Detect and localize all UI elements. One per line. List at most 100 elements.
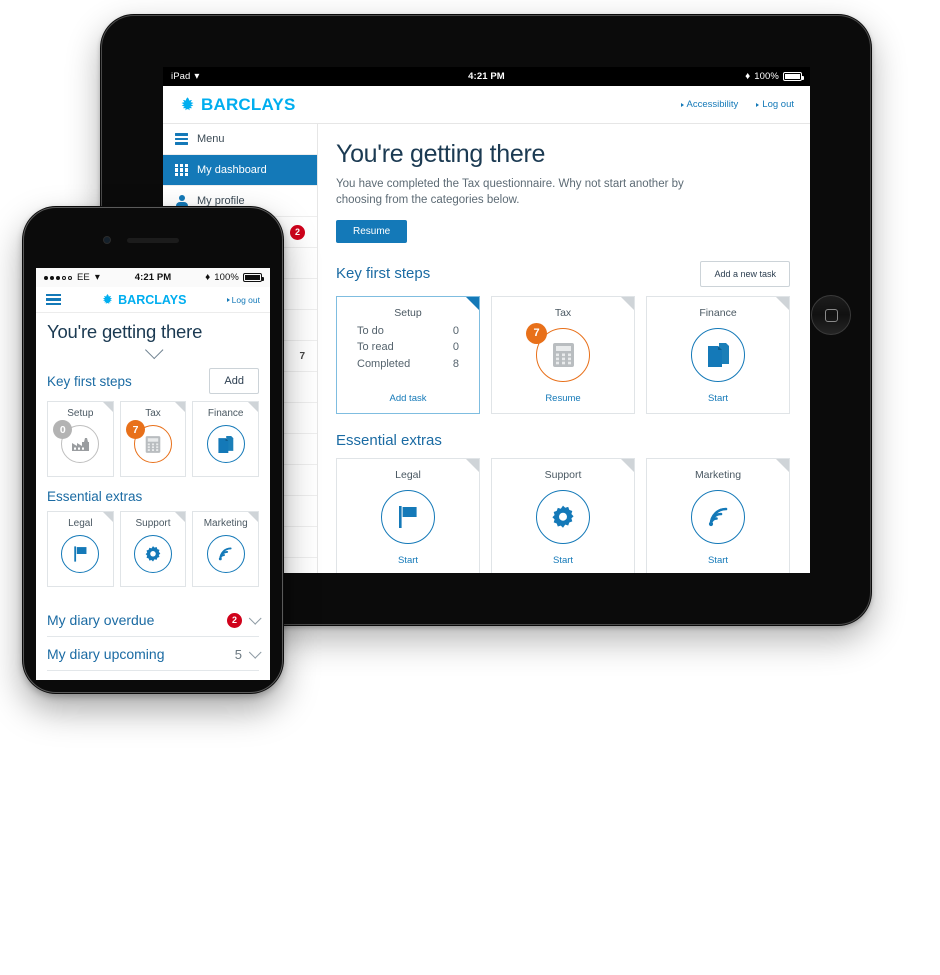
section-title: Key first steps [336, 265, 431, 283]
start-link[interactable]: Start [553, 555, 573, 566]
accessibility-link[interactable]: Accessibility [680, 99, 738, 110]
caret-right-icon [226, 297, 230, 302]
resume-link[interactable]: Resume [545, 393, 580, 404]
resume-button[interactable]: Resume [336, 219, 408, 243]
factory-icon [71, 437, 89, 451]
iphone-screen: EE ▾ 4:21 PM ♦ 100% BARCLAYS Log out You… [36, 268, 270, 680]
brand-name: BARCLAYS [118, 292, 187, 307]
flag-icon [74, 546, 87, 562]
hamburger-icon[interactable] [46, 293, 61, 306]
card-marketing[interactable]: Marketing [192, 511, 260, 587]
card-title: Legal [68, 518, 93, 529]
main-content: You're getting there You have completed … [318, 124, 810, 573]
key-first-steps-cards: Setup 0 Tax 7 Finance [47, 401, 260, 477]
calculator-icon [552, 342, 574, 367]
logout-link[interactable]: Log out [226, 294, 260, 305]
ipad-home-button[interactable] [811, 295, 851, 335]
brand-logo[interactable]: BARCLAYS [179, 95, 296, 115]
iphone-status-bar: EE ▾ 4:21 PM ♦ 100% [36, 268, 270, 287]
card-support[interactable]: Support [119, 511, 187, 587]
signal-icon [708, 507, 727, 526]
chevron-down-icon[interactable] [248, 645, 262, 659]
iphone-brand-bar: BARCLAYS Log out [36, 287, 270, 313]
card-title: Setup [67, 408, 94, 419]
status-badge: 2 [290, 224, 305, 240]
corner-fold-icon [248, 512, 259, 522]
page-subtitle: You have completed the Tax questionnaire… [336, 178, 684, 207]
corner-fold-icon [102, 512, 113, 522]
card-icon-ring [206, 425, 245, 463]
stat-value: 0 [452, 341, 459, 354]
caret-right-icon [680, 102, 684, 107]
barclays-eagle-icon [181, 97, 194, 111]
corner-fold-icon [621, 296, 634, 310]
documents-icon [218, 435, 234, 453]
card-title: Support [135, 518, 171, 529]
iphone-speaker [127, 238, 179, 243]
logout-link[interactable]: Log out [756, 99, 794, 110]
card-marketing[interactable]: Marketing [646, 457, 790, 573]
add-button[interactable]: Add [209, 368, 259, 394]
section-title: Key first steps [47, 373, 132, 389]
sidebar-item-label: Menu [197, 133, 225, 145]
add-task-link[interactable]: Add task [390, 393, 427, 404]
stat-value: 0 [452, 324, 459, 337]
diary-overdue-header[interactable]: My diary overdue 2 [47, 603, 262, 637]
card-legal[interactable]: Legal Start [336, 457, 480, 573]
card-icon-ring [691, 489, 745, 544]
status-time: 4:21 PM [468, 71, 505, 82]
battery-percent: 100% [754, 71, 779, 82]
brand-logo[interactable]: BARCLAYS [101, 293, 186, 307]
corner-fold-icon [175, 402, 186, 412]
essential-extras-header: Essential extras [47, 489, 259, 504]
logout-label: Log out [231, 294, 260, 305]
calculator-icon [145, 435, 161, 453]
battery-icon [782, 72, 804, 81]
stat-row: To read 0 [357, 341, 459, 353]
wifi-icon: ▾ [194, 70, 200, 82]
expand-toggle[interactable] [47, 340, 259, 360]
sidebar-item-label: My dashboard [197, 164, 267, 176]
card-setup[interactable]: Setup To do 0 To read 0 Completed 8 Add tas… [336, 295, 480, 414]
chevron-down-icon[interactable] [248, 611, 262, 625]
brand-name: BARCLAYS [201, 94, 296, 114]
sidebar-item-my-dashboard[interactable]: My dashboard [163, 155, 317, 186]
page-title: You're getting there [336, 140, 546, 168]
status-time: 4:21 PM [134, 272, 172, 283]
carrier-label: iPad [171, 71, 191, 82]
signal-dots-icon [44, 275, 72, 280]
card-finance[interactable]: Finance Start [646, 295, 790, 414]
corner-fold-icon [102, 402, 113, 412]
card-support[interactable]: Support Start [491, 457, 635, 573]
key-first-steps-header: Key first steps Add [47, 368, 259, 394]
essential-extras-header: Essential extras [336, 432, 790, 449]
card-tax[interactable]: Tax 7 [119, 401, 187, 477]
start-link[interactable]: Start [708, 555, 728, 566]
start-link[interactable]: Start [708, 393, 728, 404]
grid-icon [175, 164, 188, 176]
card-setup[interactable]: Setup 0 [47, 401, 114, 477]
sidebar-item-menu[interactable]: Menu [163, 124, 317, 155]
stat-value: 8 [452, 357, 459, 370]
diary-upcoming-title: My diary upcoming [47, 646, 165, 662]
card-icon-ring [206, 535, 245, 573]
start-link[interactable]: Start [398, 555, 418, 566]
ipad-brand-bar: BARCLAYS Accessibility Log out [163, 86, 810, 124]
count-badge: 7 [126, 420, 145, 439]
card-title: Legal [395, 468, 421, 481]
card-finance[interactable]: Finance [192, 401, 260, 477]
card-icon-ring: 0 [53, 420, 100, 463]
stat-label: To read [357, 341, 394, 354]
card-tax[interactable]: Tax 7 [491, 295, 635, 414]
corner-fold-icon [248, 402, 259, 412]
diary-upcoming-header[interactable]: My diary upcoming 5 [47, 637, 262, 671]
count-badge: 7 [526, 322, 547, 344]
gear-icon [552, 505, 574, 528]
corner-fold-icon [466, 296, 479, 310]
hamburger-icon [175, 133, 188, 145]
count-badge: 0 [53, 420, 73, 439]
card-legal[interactable]: Legal [47, 511, 114, 587]
card-icon-ring: 7 [526, 322, 590, 382]
add-a-new-task-button[interactable]: Add a new task [700, 260, 790, 287]
card-icon-ring [691, 327, 745, 382]
